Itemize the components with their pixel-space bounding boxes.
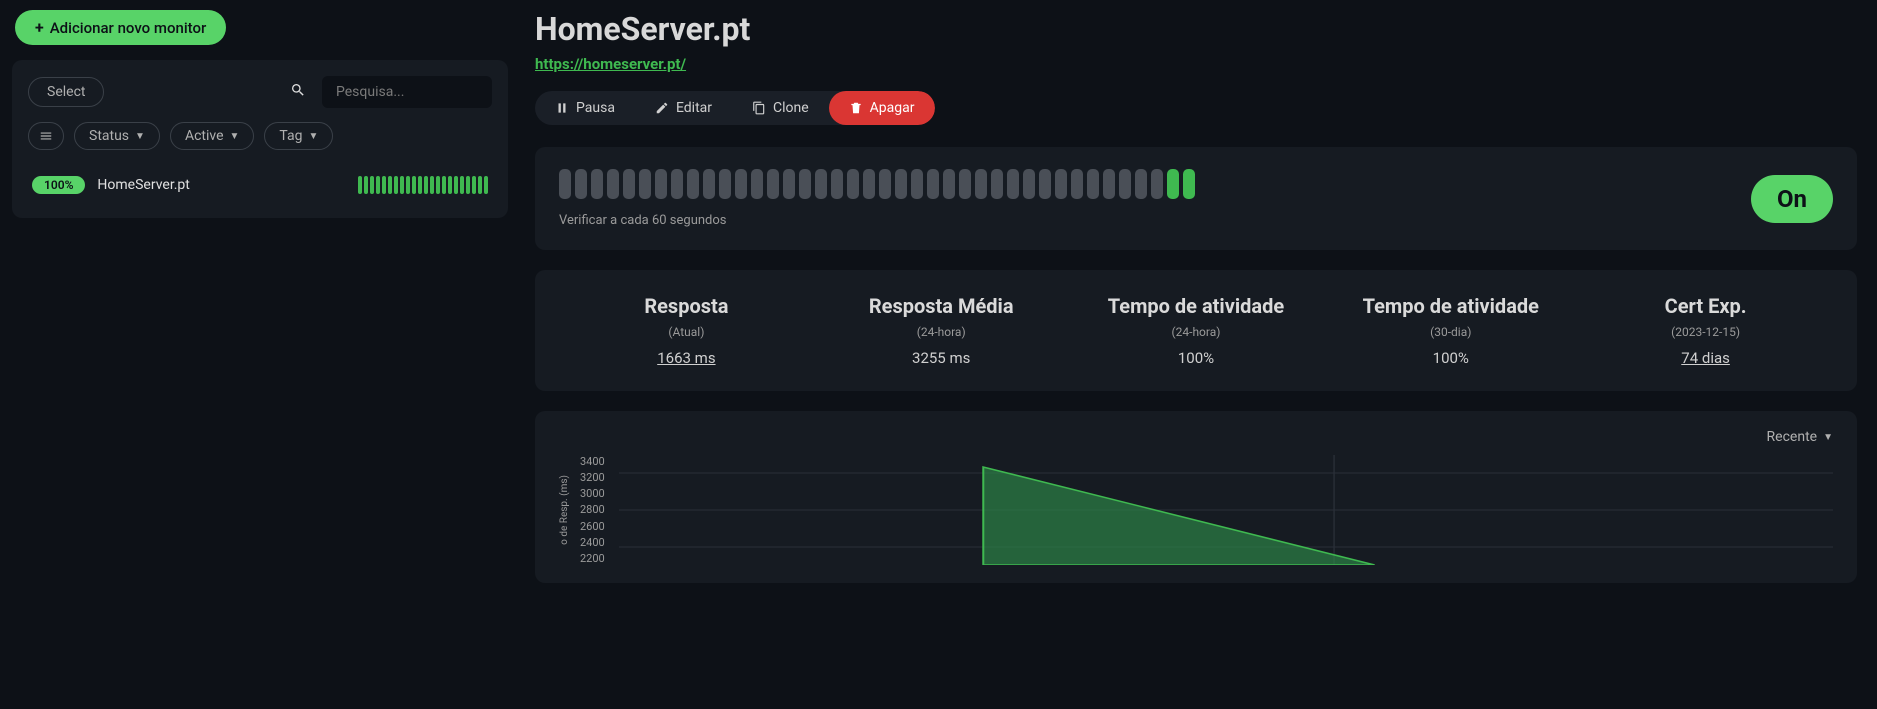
stat-block: Tempo de atividade (24-hora) 100% bbox=[1069, 294, 1324, 367]
stat-value: 100% bbox=[1069, 349, 1324, 367]
stat-block: Cert Exp. (2023-12-15) 74 dias bbox=[1578, 294, 1833, 367]
stat-subtitle: (Atual) bbox=[559, 325, 814, 339]
search-input[interactable] bbox=[322, 76, 492, 108]
delete-button[interactable]: Apagar bbox=[829, 91, 935, 125]
chart-y-ticks: 3400320030002800260024002200 bbox=[580, 455, 609, 565]
stat-title: Tempo de atividade bbox=[1069, 294, 1324, 319]
monitor-url-link[interactable]: https://homeserver.pt/ bbox=[535, 55, 686, 73]
select-button[interactable]: Select bbox=[28, 77, 104, 107]
clone-icon bbox=[752, 101, 766, 115]
chart-card: Recente ▼ o de Resp. (ms) 34003200300028… bbox=[535, 411, 1857, 583]
chevron-down-icon: ▼ bbox=[135, 131, 145, 142]
active-filter[interactable]: Active▼ bbox=[170, 122, 254, 150]
pause-icon bbox=[555, 101, 569, 115]
action-bar: Pausa Editar Clone Apagar bbox=[535, 91, 935, 125]
status-badge: On bbox=[1751, 175, 1833, 223]
mini-heartbeat-bars bbox=[358, 176, 488, 194]
edit-button[interactable]: Editar bbox=[635, 91, 732, 125]
tag-filter[interactable]: Tag▼ bbox=[264, 122, 333, 150]
status-card: Verificar a cada 60 segundos On bbox=[535, 147, 1857, 250]
stats-card: Resposta(Atual)1663 msResposta Média(24-… bbox=[535, 270, 1857, 391]
search-icon bbox=[290, 82, 306, 102]
stat-title: Resposta bbox=[559, 294, 814, 319]
chart-y-axis-title: o de Resp. (ms) bbox=[559, 475, 570, 545]
stat-title: Cert Exp. bbox=[1578, 294, 1833, 319]
trash-icon bbox=[849, 101, 863, 115]
stat-block: Tempo de atividade (30-dia) 100% bbox=[1323, 294, 1578, 367]
stat-subtitle: (30-dia) bbox=[1323, 325, 1578, 339]
uptime-badge: 100% bbox=[32, 176, 85, 194]
status-filter[interactable]: Status▼ bbox=[74, 122, 160, 150]
chevron-down-icon: ▼ bbox=[230, 131, 240, 142]
stat-subtitle: (2023-12-15) bbox=[1578, 325, 1833, 339]
chart-range-button[interactable]: Recente ▼ bbox=[1767, 429, 1833, 445]
stat-value: 74 dias bbox=[1578, 349, 1833, 367]
page-title: HomeServer.pt bbox=[535, 10, 1857, 48]
stat-value: 100% bbox=[1323, 349, 1578, 367]
add-monitor-label: Adicionar novo monitor bbox=[50, 19, 207, 37]
stat-block: Resposta (Atual) 1663 ms bbox=[559, 294, 814, 367]
chevron-down-icon: ▼ bbox=[308, 131, 318, 142]
plus-icon: + bbox=[35, 18, 44, 37]
response-chart bbox=[619, 455, 1833, 565]
stat-title: Tempo de atividade bbox=[1323, 294, 1578, 319]
stat-block: Resposta Média (24-hora) 3255 ms bbox=[814, 294, 1069, 367]
monitor-name: HomeServer.pt bbox=[97, 177, 346, 193]
filter-menu-button[interactable] bbox=[28, 122, 64, 150]
stat-value: 3255 ms bbox=[814, 349, 1069, 367]
stat-value: 1663 ms bbox=[559, 349, 814, 367]
stat-title: Resposta Média bbox=[814, 294, 1069, 319]
heartbeat-bars bbox=[559, 169, 1731, 199]
stat-subtitle: (24-hora) bbox=[814, 325, 1069, 339]
monitor-list-item[interactable]: 100% HomeServer.pt bbox=[28, 168, 492, 202]
edit-icon bbox=[655, 101, 669, 115]
pause-button[interactable]: Pausa bbox=[535, 91, 635, 125]
add-monitor-button[interactable]: + Adicionar novo monitor bbox=[15, 10, 226, 45]
check-interval-label: Verificar a cada 60 segundos bbox=[559, 213, 1731, 228]
stat-subtitle: (24-hora) bbox=[1069, 325, 1324, 339]
chevron-down-icon: ▼ bbox=[1823, 432, 1833, 443]
clone-button[interactable]: Clone bbox=[732, 91, 829, 125]
monitor-list-panel: Select Status▼ Active▼ Tag▼ bbox=[12, 60, 508, 218]
